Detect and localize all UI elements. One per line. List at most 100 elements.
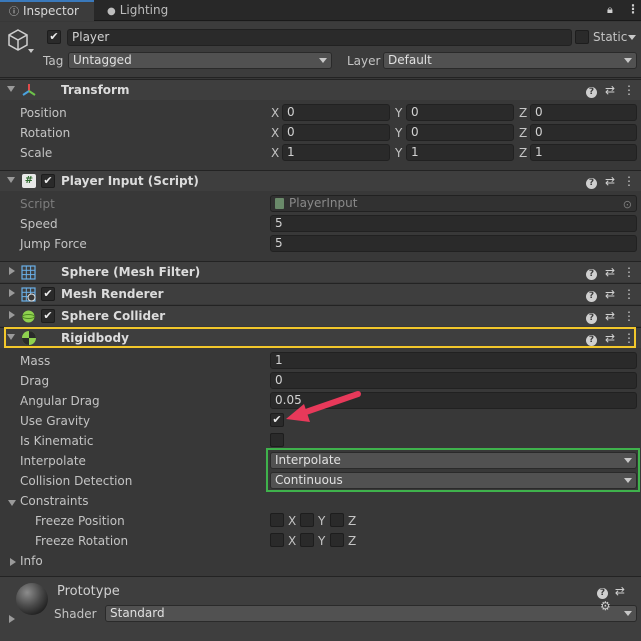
rigidbody-highlight-box: [4, 327, 636, 348]
gameobject-cube-icon: [8, 29, 28, 51]
scale-z-field[interactable]: 1: [530, 144, 637, 161]
static-checkbox[interactable]: [575, 30, 589, 44]
object-name-field[interactable]: Player: [67, 29, 572, 46]
axis-y-label: Y: [318, 534, 326, 548]
axis-z-label[interactable]: Z: [519, 106, 527, 120]
mesh-renderer-enabled-checkbox[interactable]: ✔: [41, 287, 55, 301]
fold-closed-icon[interactable]: [9, 267, 15, 275]
player-input-header[interactable]: # ✔ Player Input (Script) ? ⇄ ⋮: [0, 170, 641, 191]
info-label[interactable]: Info: [20, 554, 43, 568]
tag-dropdown[interactable]: Untagged: [68, 52, 332, 69]
fold-open-icon[interactable]: [7, 86, 15, 92]
sphere-collider-title: Sphere Collider: [61, 309, 166, 323]
tab-inspector-label: Inspector: [23, 4, 79, 18]
constraints-fold-icon[interactable]: [8, 500, 16, 506]
material-section: Prototype Shader Standard ? ⇄ ⚙: [0, 577, 641, 641]
axis-y-label[interactable]: Y: [395, 106, 402, 120]
jump-force-field[interactable]: 5: [270, 235, 637, 252]
material-fold-icon[interactable]: [9, 615, 15, 623]
help-icon[interactable]: ?: [585, 313, 597, 324]
help-icon[interactable]: ?: [585, 269, 597, 280]
is-kinematic-checkbox[interactable]: [270, 433, 284, 447]
kebab-menu-icon[interactable]: ⋮: [623, 287, 635, 301]
presets-icon[interactable]: ⇄: [605, 174, 615, 188]
help-icon[interactable]: ?: [585, 87, 597, 98]
kebab-menu-icon[interactable]: ⋮: [623, 309, 635, 323]
presets-icon[interactable]: ⇄: [615, 584, 625, 598]
tab-lighting-label: Lighting: [119, 3, 169, 17]
position-x-field[interactable]: 0: [282, 104, 390, 121]
constraints-label[interactable]: Constraints: [20, 494, 88, 508]
axis-z-label[interactable]: Z: [519, 146, 527, 160]
chevron-down-icon: [319, 58, 327, 63]
sphere-collider-header[interactable]: ✔ Sphere Collider ? ⇄ ⋮: [0, 305, 641, 326]
axis-y-label[interactable]: Y: [395, 146, 402, 160]
presets-icon[interactable]: ⇄: [605, 83, 615, 97]
interpolate-label: Interpolate: [20, 454, 86, 468]
axis-y-label: Y: [318, 514, 326, 528]
position-z-field[interactable]: 0: [530, 104, 637, 121]
axis-z-label[interactable]: Z: [519, 126, 527, 140]
drag-field[interactable]: 0: [270, 372, 637, 389]
fold-closed-icon[interactable]: [9, 311, 15, 319]
rotation-y-field[interactable]: 0: [406, 124, 514, 141]
scale-y-field[interactable]: 1: [406, 144, 514, 161]
info-fold-icon[interactable]: [10, 558, 16, 566]
static-dropdown-caret[interactable]: [628, 35, 636, 40]
static-label: Static: [593, 30, 628, 44]
freeze-position-z-checkbox[interactable]: [330, 513, 344, 527]
help-icon[interactable]: ?: [585, 178, 597, 189]
mesh-renderer-header[interactable]: ✔ Mesh Renderer ? ⇄ ⋮: [0, 283, 641, 304]
kebab-menu-icon[interactable]: ⋮: [623, 265, 635, 279]
presets-icon[interactable]: ⇄: [605, 265, 615, 279]
mesh-grid-icon: [21, 265, 36, 280]
freeze-rotation-y-checkbox[interactable]: [300, 533, 314, 547]
freeze-position-x-checkbox[interactable]: [270, 513, 284, 527]
tab-lighting[interactable]: ● Lighting: [98, 0, 178, 21]
fold-closed-icon[interactable]: [9, 289, 15, 297]
help-icon[interactable]: ?: [585, 291, 597, 302]
position-y-field[interactable]: 0: [406, 104, 514, 121]
kebab-menu-icon[interactable]: ⋮: [627, 2, 639, 16]
shader-dropdown[interactable]: Standard: [105, 605, 637, 622]
scale-x-field[interactable]: 1: [282, 144, 390, 161]
object-picker-icon[interactable]: ⊙: [623, 197, 632, 211]
lock-icon[interactable]: 🔒︎: [607, 3, 613, 17]
freeze-rotation-x-checkbox[interactable]: [270, 533, 284, 547]
help-icon[interactable]: ?: [597, 588, 608, 599]
freeze-rotation-z-checkbox[interactable]: [330, 533, 344, 547]
jump-force-label: Jump Force: [20, 237, 87, 251]
kebab-menu-icon[interactable]: ⋮: [623, 83, 635, 97]
script-file-icon: [275, 198, 284, 209]
icon-dropdown-caret[interactable]: [28, 49, 34, 53]
fold-open-icon[interactable]: [7, 177, 15, 183]
sphere-collider-enabled-checkbox[interactable]: ✔: [41, 309, 55, 323]
layer-dropdown[interactable]: Default: [383, 52, 637, 69]
axis-x-label[interactable]: X: [271, 126, 279, 140]
layer-label: Layer: [347, 54, 381, 68]
script-icon: #: [22, 174, 36, 188]
speed-field[interactable]: 5: [270, 215, 637, 232]
player-input-enabled-checkbox[interactable]: ✔: [41, 174, 55, 188]
presets-icon[interactable]: ⇄: [605, 287, 615, 301]
transform-header[interactable]: Transform ? ⇄ ⋮: [0, 79, 641, 100]
rotation-z-field[interactable]: 0: [530, 124, 637, 141]
gear-icon[interactable]: ⚙: [600, 599, 611, 613]
axis-x-label: X: [288, 514, 297, 528]
tab-inspector[interactable]: ⓘ Inspector: [0, 0, 94, 21]
component-header-icons: ? ⇄ ⋮: [578, 174, 635, 189]
freeze-position-y-checkbox[interactable]: [300, 513, 314, 527]
presets-icon[interactable]: ⇄: [605, 309, 615, 323]
active-checkbox[interactable]: ✔: [47, 30, 61, 44]
kebab-menu-icon[interactable]: ⋮: [623, 174, 635, 188]
sphere-collider-icon: [22, 310, 35, 323]
rotation-x-field[interactable]: 0: [282, 124, 390, 141]
axis-y-label[interactable]: Y: [395, 126, 402, 140]
mass-field[interactable]: 1: [270, 352, 637, 369]
transform-icon: [22, 84, 36, 96]
freeze-rotation-label: Freeze Rotation: [35, 534, 129, 548]
axis-x-label[interactable]: X: [271, 146, 279, 160]
mesh-filter-header[interactable]: Sphere (Mesh Filter) ? ⇄ ⋮: [0, 261, 641, 282]
layer-value: Default: [388, 53, 432, 67]
axis-x-label[interactable]: X: [271, 106, 279, 120]
